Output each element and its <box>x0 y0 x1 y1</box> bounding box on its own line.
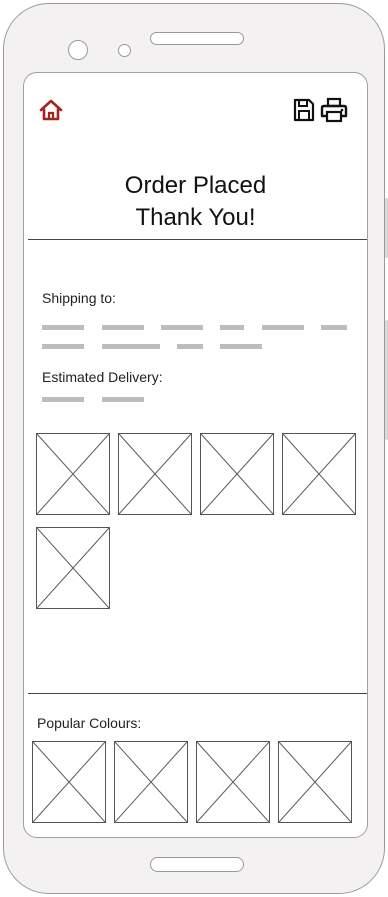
address-line-segment <box>177 344 203 349</box>
address-line-segment <box>262 325 304 330</box>
address-line-segment <box>161 325 203 330</box>
section-divider <box>28 693 367 694</box>
address-line-segment <box>220 325 244 330</box>
order-item-image[interactable] <box>36 527 110 609</box>
home-icon[interactable] <box>38 97 64 123</box>
delivery-date-segment <box>42 397 84 402</box>
page-title-line-2: Thank You! <box>135 204 256 231</box>
front-sensor <box>118 44 131 57</box>
popular-colour-swatch[interactable] <box>278 741 352 823</box>
popular-colours-label: Popular Colours: <box>37 715 142 731</box>
estimated-delivery-label: Estimated Delivery: <box>42 369 163 385</box>
save-icon[interactable] <box>292 97 316 123</box>
address-line-segment <box>42 325 84 330</box>
app-screen: Order Placed Thank You! Shipping to: Est… <box>23 72 368 838</box>
address-line-segment <box>102 325 144 330</box>
page-title-line-1: Order Placed <box>124 172 267 199</box>
earpiece-speaker <box>150 32 244 45</box>
popular-colour-swatch[interactable] <box>32 741 106 823</box>
delivery-date-segment <box>102 397 144 402</box>
address-line-segment <box>102 344 160 349</box>
address-line-segment <box>220 344 262 349</box>
order-item-image[interactable] <box>282 433 356 515</box>
header-divider <box>28 239 367 240</box>
order-item-image[interactable] <box>200 433 274 515</box>
address-line-segment <box>321 325 347 330</box>
address-line-segment <box>42 344 84 349</box>
popular-colour-swatch[interactable] <box>114 741 188 823</box>
camera-lens <box>68 40 88 60</box>
shipping-label: Shipping to: <box>42 290 116 306</box>
popular-colour-swatch[interactable] <box>196 741 270 823</box>
order-item-image[interactable] <box>118 433 192 515</box>
order-item-image[interactable] <box>36 433 110 515</box>
home-bar-button[interactable] <box>150 857 244 872</box>
print-icon[interactable] <box>320 97 348 123</box>
